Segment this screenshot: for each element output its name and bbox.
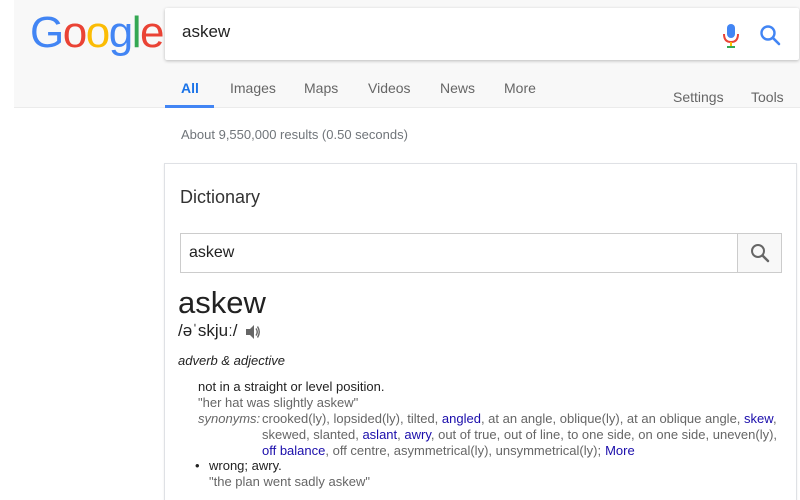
headword: askew	[178, 285, 266, 320]
logo-letter: o	[85, 8, 110, 57]
definition-2: • wrong; awry. "the plan went sadly aske…	[195, 458, 775, 490]
synonym-text: , out of true, out of line, to one side,…	[430, 427, 778, 442]
dictionary-search-button[interactable]	[737, 234, 781, 272]
tab-all[interactable]: All	[181, 80, 199, 96]
synonyms-list: crooked(ly), lopsided(ly), tilted, angle…	[262, 411, 778, 459]
search-box[interactable]	[165, 8, 799, 60]
logo-letter: g	[108, 8, 133, 57]
search-icon	[751, 244, 770, 263]
google-logo[interactable]: Google	[30, 8, 164, 58]
synonyms-row: synonyms: crooked(ly), lopsided(ly), til…	[198, 411, 778, 459]
tab-news[interactable]: News	[440, 80, 475, 96]
result-stats: About 9,550,000 results (0.50 seconds)	[181, 127, 408, 142]
synonym-text: , at an angle, oblique(ly), at an obliqu…	[480, 411, 745, 426]
definition-example: "the plan went sadly askew"	[209, 474, 370, 489]
tab-more[interactable]: More	[504, 80, 536, 96]
tools-link[interactable]: Tools	[751, 89, 784, 105]
synonyms-more-link[interactable]: More	[605, 443, 635, 458]
dictionary-search-input[interactable]	[189, 244, 729, 262]
part-of-speech: adverb & adjective	[178, 353, 285, 368]
synonym-link[interactable]: skew	[744, 411, 773, 426]
synonym-link[interactable]: off balance	[262, 443, 325, 458]
settings-link[interactable]: Settings	[673, 89, 724, 105]
tab-videos[interactable]: Videos	[368, 80, 411, 96]
logo-letter: o	[62, 8, 87, 57]
synonyms-label: synonyms:	[198, 411, 261, 426]
bullet: •	[195, 458, 200, 473]
definition-text: wrong; awry.	[209, 458, 282, 473]
definition-1: not in a straight or level position. "he…	[198, 379, 778, 459]
speaker-icon[interactable]	[245, 324, 261, 340]
logo-letter: e	[139, 8, 164, 57]
search-icon[interactable]	[759, 24, 781, 46]
tab-maps[interactable]: Maps	[304, 80, 338, 96]
definition-text: not in a straight or level position.	[198, 379, 385, 394]
active-tab-indicator	[165, 105, 214, 108]
tab-images[interactable]: Images	[230, 80, 276, 96]
synonym-link[interactable]: aslant	[362, 427, 397, 442]
search-input[interactable]	[182, 22, 682, 42]
synonym-link[interactable]: angled	[442, 411, 481, 426]
phonetic: /əˈskjuː/	[178, 321, 238, 340]
header-divider	[14, 107, 800, 108]
synonym-text: , off centre, asymmetrical(ly), unsymmet…	[325, 443, 602, 458]
synonym-link[interactable]: awry	[404, 427, 430, 442]
definition-example: "her hat was slightly askew"	[198, 395, 359, 410]
microphone-icon[interactable]	[721, 23, 741, 49]
logo-letter: G	[30, 8, 64, 57]
logo-letter: l	[131, 8, 142, 57]
dictionary-card: Dictionary askew /əˈskjuː/ adverb & adje…	[164, 163, 797, 500]
dictionary-search-box[interactable]	[180, 233, 782, 273]
card-title: Dictionary	[180, 187, 261, 207]
synonym-text: crooked(ly), lopsided(ly), tilted,	[262, 411, 442, 426]
